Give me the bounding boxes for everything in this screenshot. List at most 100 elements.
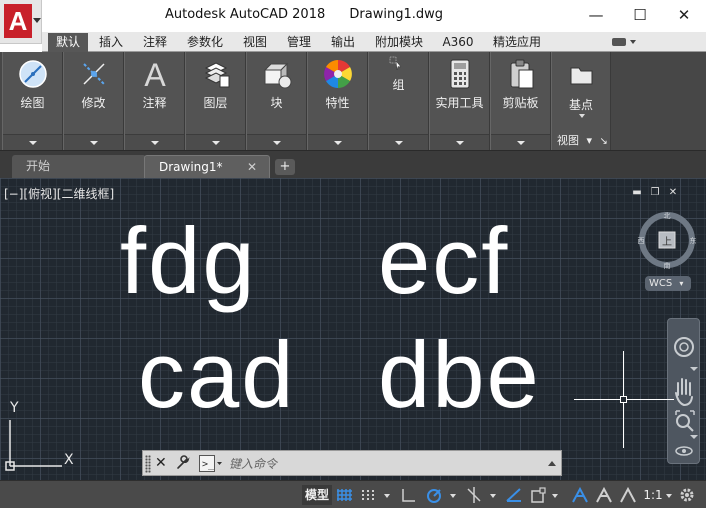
panel-block-expand[interactable] bbox=[247, 134, 306, 150]
isodraft-icon[interactable] bbox=[464, 485, 484, 505]
drawing-text-fdg[interactable]: fdg bbox=[120, 214, 257, 308]
panel-annotation[interactable]: A 注释 bbox=[124, 52, 185, 150]
viewport-restore-icon[interactable]: ❐ bbox=[650, 188, 660, 198]
pan-hand-icon[interactable] bbox=[675, 378, 693, 407]
tab-home[interactable]: 默认 bbox=[48, 33, 88, 52]
panel-layers[interactable]: 图层 bbox=[185, 52, 246, 150]
application-menu-button[interactable]: A bbox=[0, 0, 42, 44]
drawing-text-dbe[interactable]: dbe bbox=[378, 328, 541, 422]
panel-clipboard[interactable]: 剪贴板 bbox=[490, 52, 551, 150]
zoom-extents-icon[interactable] bbox=[675, 410, 695, 432]
snap-mode-icon[interactable] bbox=[360, 485, 378, 505]
gear-icon[interactable] bbox=[678, 485, 696, 505]
panel-clipboard-expand[interactable] bbox=[491, 134, 550, 150]
panel-group-expand[interactable] bbox=[369, 134, 428, 150]
file-tab-start[interactable]: 开始 bbox=[12, 155, 146, 179]
close-button[interactable]: ✕ bbox=[662, 0, 706, 30]
tab-addins[interactable]: 附加模块 bbox=[370, 33, 428, 52]
chevron-down-icon bbox=[455, 141, 464, 145]
panel-layers-label: 图层 bbox=[203, 96, 228, 110]
panel-block[interactable]: 块 bbox=[246, 52, 307, 150]
close-icon[interactable]: ✕ bbox=[155, 455, 167, 471]
command-input[interactable] bbox=[229, 454, 529, 473]
chevron-down-icon[interactable] bbox=[690, 367, 698, 371]
wrench-icon[interactable] bbox=[175, 455, 191, 471]
object-snap-tracking-icon[interactable] bbox=[504, 485, 524, 505]
chevron-down-icon[interactable] bbox=[384, 494, 390, 498]
file-tab-drawing1[interactable]: Drawing1* ✕ bbox=[144, 155, 270, 179]
annotation-scale-value[interactable]: 1:1 bbox=[642, 485, 664, 505]
chevron-down-icon bbox=[630, 40, 636, 44]
panel-view-label: 视图 bbox=[557, 134, 579, 147]
panel-utilities-expand[interactable] bbox=[430, 134, 489, 150]
model-space-button[interactable]: 模型 bbox=[302, 485, 332, 505]
tab-annotate[interactable]: 注释 bbox=[136, 33, 174, 52]
object-snap-icon[interactable] bbox=[528, 485, 548, 505]
steering-wheel-icon[interactable] bbox=[674, 337, 694, 357]
orbit-icon[interactable] bbox=[675, 446, 693, 456]
panel-modify-expand[interactable] bbox=[64, 134, 123, 150]
panel-group[interactable]: 组 bbox=[368, 52, 429, 150]
viewcube-south-label: 南 bbox=[664, 261, 671, 270]
panel-clipboard-label: 剪贴板 bbox=[502, 96, 539, 110]
panel-annotation-expand[interactable] bbox=[125, 134, 184, 150]
chevron-down-icon[interactable] bbox=[690, 435, 698, 439]
ucs-y-label: Y bbox=[9, 400, 19, 416]
chevron-down-icon[interactable] bbox=[450, 494, 456, 498]
tab-output[interactable]: 输出 bbox=[326, 33, 360, 52]
polar-tracking-icon[interactable] bbox=[424, 485, 444, 505]
viewcube-north-label: 北 bbox=[664, 212, 671, 220]
panel-draw[interactable]: 绘图 bbox=[2, 52, 63, 150]
command-prompt-icon[interactable]: >_ bbox=[199, 455, 223, 472]
chevron-down-icon[interactable] bbox=[490, 494, 496, 498]
chevron-down-icon bbox=[28, 141, 37, 145]
panel-utilities[interactable]: 实用工具 bbox=[429, 52, 490, 150]
viewcube-top-label: 上 bbox=[662, 236, 672, 248]
viewport-minimize-icon[interactable]: ▬ bbox=[632, 188, 642, 198]
file-tab-start-label: 开始 bbox=[26, 159, 51, 173]
panel-properties-expand[interactable] bbox=[308, 134, 367, 150]
ucs-icon: Y X bbox=[5, 400, 74, 471]
close-icon[interactable]: ✕ bbox=[247, 156, 257, 178]
drawing-text-cad[interactable]: cad bbox=[138, 328, 296, 422]
panel-properties[interactable]: 特性 bbox=[307, 52, 368, 150]
panel-modify-label: 修改 bbox=[81, 96, 106, 110]
chevron-down-icon[interactable] bbox=[666, 494, 672, 498]
viewport-controls-label[interactable]: [−][俯视][二维线框] bbox=[4, 185, 114, 202]
tab-a360[interactable]: A360 bbox=[436, 33, 480, 52]
viewcube[interactable]: 上 北 南 东 西 bbox=[637, 210, 697, 270]
tab-view[interactable]: 视图 bbox=[238, 33, 272, 52]
panel-view-footer[interactable]: 视图 ▾ ↘ bbox=[552, 132, 610, 150]
annotation-scale-icon[interactable] bbox=[618, 485, 638, 505]
base-point-label: 基点 bbox=[568, 98, 593, 112]
tab-manage[interactable]: 管理 bbox=[282, 33, 316, 52]
viewport-close-icon[interactable]: ✕ bbox=[668, 188, 678, 198]
panel-modify[interactable]: 修改 bbox=[63, 52, 124, 150]
command-line: ✕ >_ bbox=[142, 450, 562, 476]
auto-scale-icon[interactable] bbox=[594, 485, 614, 505]
new-tab-button[interactable]: + bbox=[275, 159, 295, 175]
maximize-button[interactable]: ☐ bbox=[618, 0, 662, 30]
chevron-down-icon[interactable] bbox=[579, 114, 585, 118]
chevron-up-icon[interactable] bbox=[548, 461, 556, 466]
annotation-visibility-icon[interactable] bbox=[570, 485, 590, 505]
tab-featured-apps[interactable]: 精选应用 bbox=[488, 33, 546, 52]
ribbon-display-toggle[interactable] bbox=[612, 36, 638, 48]
tab-parametric[interactable]: 参数化 bbox=[182, 33, 228, 52]
drawing-text-ecf[interactable]: ecf bbox=[378, 214, 509, 308]
ortho-mode-icon[interactable] bbox=[400, 485, 418, 505]
drawing-viewport[interactable]: [−][俯视][二维线框] ▬ ❐ ✕ fdg ecf cad dbe 上 北 … bbox=[0, 178, 706, 480]
command-line-grip[interactable] bbox=[145, 455, 151, 473]
title-bar: A Autodesk AutoCAD 2018 Drawing1.dwg — ☐… bbox=[0, 0, 706, 44]
panel-layers-expand[interactable] bbox=[186, 134, 245, 150]
wcs-menu[interactable]: WCS ▾ bbox=[645, 276, 691, 291]
chevron-down-icon[interactable] bbox=[552, 494, 558, 498]
grid-icon[interactable] bbox=[336, 485, 354, 505]
panel-view[interactable]: 基点 视图 ▾ ↘ bbox=[551, 52, 611, 150]
file-tab-bar: 开始 Drawing1* ✕ + bbox=[0, 150, 706, 179]
document-name: Drawing1.dwg bbox=[349, 7, 443, 22]
panel-draw-expand[interactable] bbox=[3, 134, 62, 150]
dialog-launcher-icon[interactable]: ↘ bbox=[600, 136, 608, 147]
minimize-button[interactable]: — bbox=[574, 0, 618, 30]
tab-insert[interactable]: 插入 bbox=[92, 33, 130, 52]
